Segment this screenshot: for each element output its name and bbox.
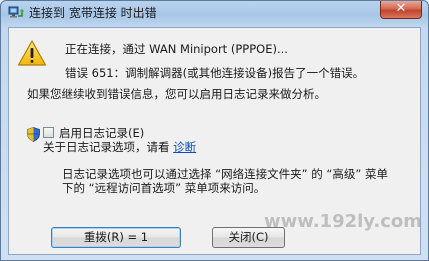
connecting-status-text: 正在连接，通过 WAN Miniport (PPPOE)... (65, 42, 288, 56)
advanced-note-line2: 下的 “远程访问首选项” 菜单项来访问。 (62, 181, 266, 195)
logging-hint-text: 如果您继续收到错误信息，您可以启用日志记录来做分析。 (27, 87, 326, 101)
advanced-note-line1: 日志记录选项也可以通过选择 “网络连接文件夹” 的 “高级” 菜单 (62, 167, 388, 181)
enable-logging-label[interactable]: 启用日志记录(E) (59, 126, 144, 140)
title-bar[interactable]: 连接到 宽带连接 时出错 ✕ (1, 1, 428, 27)
error-code-text: 错误 651：调制解调器(或其他连接设备)报告了一个错误。 (65, 66, 365, 80)
close-window-button[interactable]: ✕ (380, 1, 422, 19)
uac-shield-icon (27, 127, 40, 142)
site-watermark: www.192ly.com (263, 211, 422, 232)
enable-logging-checkbox[interactable] (43, 127, 54, 138)
network-connection-icon (8, 6, 24, 18)
logging-info-prefix: 关于日志记录选项，请看 (43, 140, 170, 154)
logging-info-text: 关于日志记录选项，请看 诊断 (43, 140, 196, 154)
window-title: 连接到 宽带连接 时出错 (29, 6, 157, 20)
error-dialog-window: 连接到 宽带连接 时出错 ✕ 正在连接，通过 WAN Miniport (PPP… (0, 0, 429, 261)
diagnose-link[interactable]: 诊断 (173, 140, 196, 154)
redial-button[interactable]: 重拨(R) = 1 (51, 227, 181, 248)
warning-icon (17, 40, 47, 66)
